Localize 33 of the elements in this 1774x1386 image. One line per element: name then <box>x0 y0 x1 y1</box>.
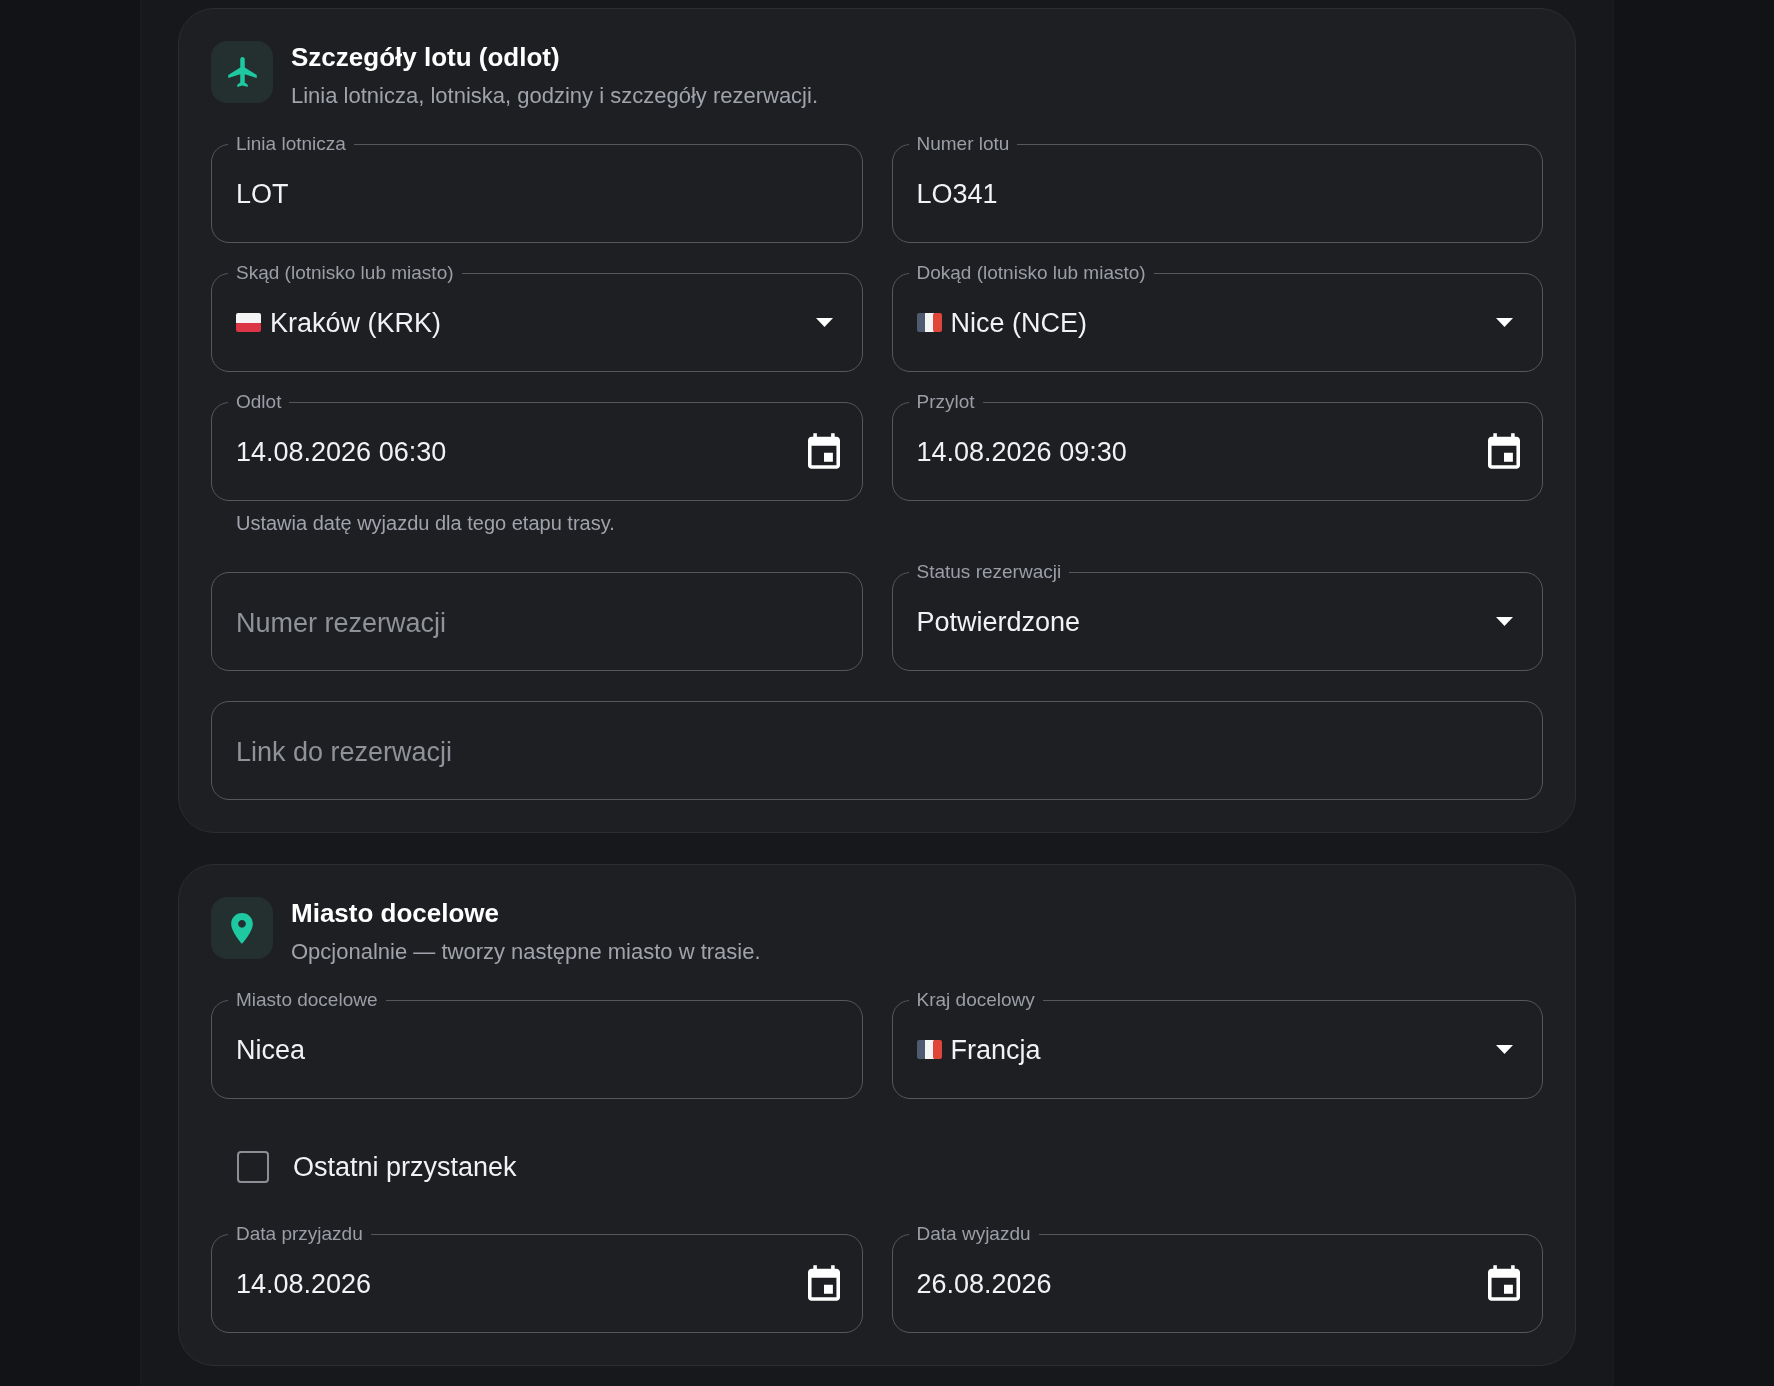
section-title: Szczegóły lotu (odlot) <box>291 41 560 73</box>
text-field[interactable]: Numer rezerwacji <box>211 572 863 671</box>
text-field[interactable]: Link do rezerwacji <box>211 701 1543 800</box>
field-label: Data przyjazdu <box>235 1223 364 1245</box>
location-pin-icon <box>211 897 273 959</box>
section-subtitle: Linia lotnicza, lotniska, godziny i szczegóły rezerwacji. <box>291 82 818 110</box>
calendar-icon[interactable] <box>1488 433 1520 469</box>
field-label: Dokąd (lotnisko lub miasto) <box>915 262 1147 284</box>
field-label: Odlot <box>235 391 283 413</box>
helper-text: Ustawia datę wyjazdu dla tego etapu trasy. <box>236 511 615 535</box>
caret-icon[interactable] <box>815 317 833 327</box>
calendar-icon[interactable] <box>807 433 840 469</box>
field-label: Kraj docelowy <box>915 989 1036 1011</box>
field-label: Skąd (lotnisko lub miasto) <box>235 262 455 284</box>
field-label: Linia lotnicza <box>235 133 347 155</box>
airplane-icon <box>211 41 273 103</box>
field-label: Numer lotu <box>915 133 1011 155</box>
caret-icon[interactable] <box>1496 317 1513 327</box>
caret-icon[interactable] <box>1496 1044 1513 1054</box>
checkbox[interactable] <box>237 1151 269 1183</box>
field-label: Miasto docelowe <box>235 989 379 1011</box>
section-subtitle: Opcjonalnie — tworzy następne miasto w trasie. <box>291 938 761 966</box>
checkbox-label[interactable]: Ostatni przystanek <box>293 1149 517 1185</box>
france-flag-icon <box>916 1039 942 1059</box>
calendar-icon[interactable] <box>807 1265 840 1301</box>
poland-flag-icon <box>236 312 261 332</box>
france-flag-icon <box>916 312 942 332</box>
calendar-icon[interactable] <box>1488 1265 1520 1301</box>
section-title: Miasto docelowe <box>291 897 500 929</box>
field-label: Przylot <box>915 391 976 413</box>
field-label: Status rezerwacji <box>915 561 1063 583</box>
caret-icon[interactable] <box>1496 616 1513 626</box>
field-label: Data wyjazdu <box>915 1223 1032 1245</box>
